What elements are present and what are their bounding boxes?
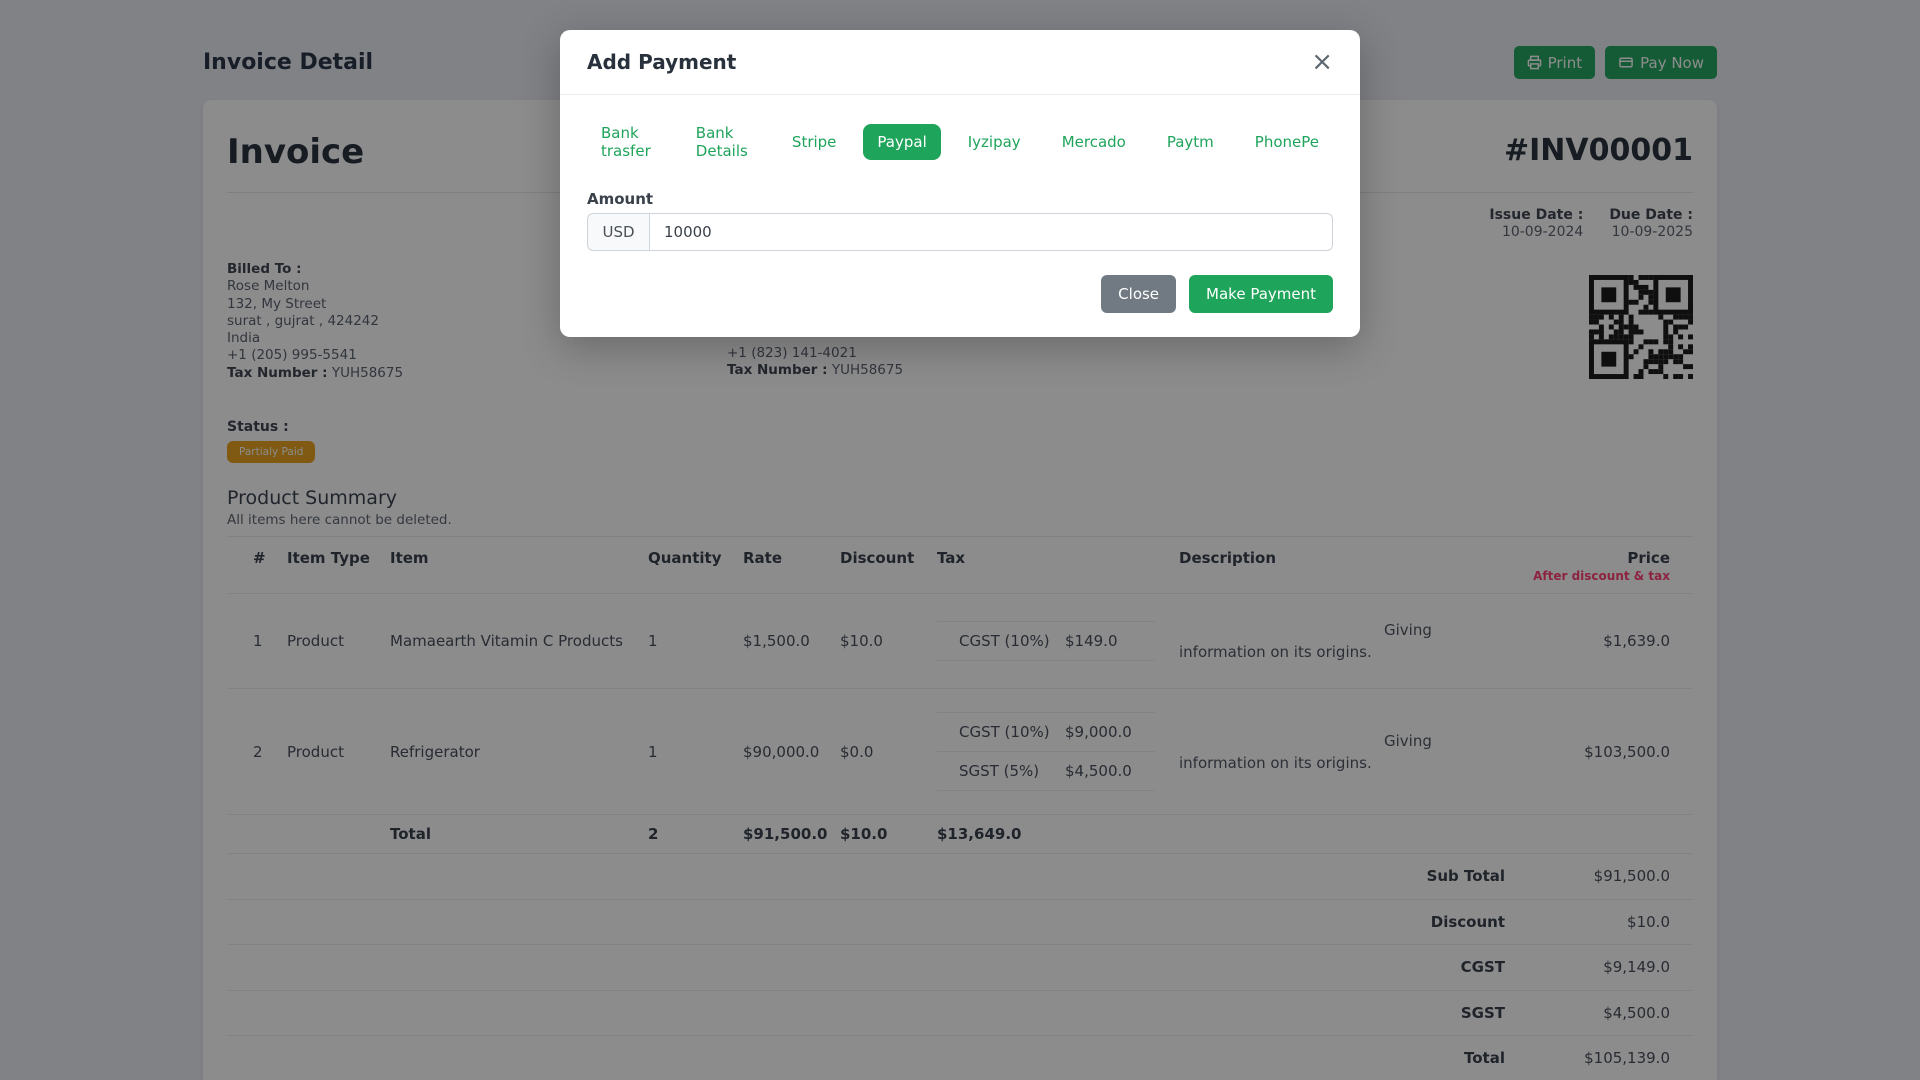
- tab-bank-details[interactable]: Bank Details: [682, 115, 765, 169]
- add-payment-modal: Add Payment × Bank trasfer Bank Details St…: [560, 30, 1360, 337]
- modal-actions: Close Make Payment: [587, 275, 1333, 313]
- amount-input-group: USD: [587, 213, 1333, 251]
- amount-input[interactable]: [649, 213, 1333, 251]
- tab-phonepe[interactable]: PhonePe: [1241, 124, 1333, 160]
- modal-header: Add Payment ×: [560, 30, 1360, 95]
- tab-paypal[interactable]: Paypal: [863, 124, 941, 160]
- amount-label: Amount: [587, 190, 654, 208]
- tab-stripe[interactable]: Stripe: [778, 124, 851, 160]
- tab-iyzipay[interactable]: Iyzipay: [954, 124, 1035, 160]
- tab-mercado[interactable]: Mercado: [1048, 124, 1140, 160]
- tab-bank-trasfer[interactable]: Bank trasfer: [587, 115, 669, 169]
- modal-body: Bank trasfer Bank Details Stripe Paypal Iyzi…: [560, 95, 1360, 337]
- close-icon[interactable]: ×: [1311, 49, 1333, 75]
- close-button[interactable]: Close: [1101, 275, 1177, 313]
- make-payment-button[interactable]: Make Payment: [1189, 275, 1333, 313]
- tab-paytm[interactable]: Paytm: [1153, 124, 1228, 160]
- currency-prefix: USD: [587, 213, 649, 251]
- modal-title: Add Payment: [587, 50, 737, 74]
- payment-method-tabs: Bank trasfer Bank Details Stripe Paypal Iyzi…: [587, 115, 1333, 169]
